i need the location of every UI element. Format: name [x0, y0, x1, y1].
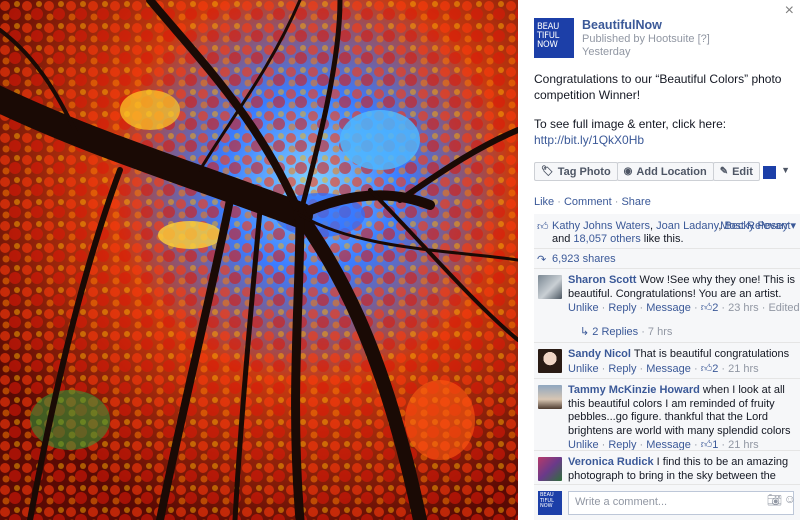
edited-label[interactable]: Edited — [768, 302, 799, 314]
pencil-icon: ✎ — [719, 166, 729, 177]
emoji-icon[interactable]: ☺ — [784, 492, 796, 506]
like-link[interactable]: Like — [534, 196, 554, 208]
replies-time: 7 hrs — [647, 326, 673, 338]
thumbs-up-icon: 👍︎ — [537, 221, 549, 233]
write-comment-row: BEAU TIFUL NOW Write a comment... 📷︎ ☺ — [534, 484, 800, 520]
tag-photo-button[interactable]: 🏷︎ Tag Photo — [534, 162, 618, 181]
reply-arrow-icon: ↳ — [580, 326, 590, 338]
likes-sentence: 👍︎ Kathy Johns Waters, Joan Ladany, Beck… — [537, 220, 796, 245]
comment-actions: Unlike · Reply · Message · 👍︎2 · 21 hrs — [568, 362, 759, 375]
sort-dropdown[interactable]: Most Relevant▾ — [720, 220, 796, 233]
comment-item: Sharon Scott Wow !See why they one! This… — [534, 268, 800, 322]
likes-and: and — [552, 233, 571, 245]
avatar[interactable] — [538, 349, 562, 373]
shares-count: 6,923 shares — [552, 253, 616, 265]
page-name-link[interactable]: BeautifulNow — [582, 18, 662, 32]
add-location-label: Add Location — [636, 165, 707, 178]
thumbs-up-icon: 👍︎ — [700, 362, 713, 375]
shares-row[interactable]: ↷ 6,923 shares — [534, 248, 800, 268]
post-message: Congratulations to our “Beautiful Colors… — [534, 72, 786, 162]
likes-suffix: like this. — [643, 233, 684, 245]
comment-time[interactable]: 23 hrs — [728, 302, 759, 314]
reply-link[interactable]: Reply — [608, 302, 636, 314]
post-link[interactable]: http://bit.ly/1QkX0Hb — [534, 133, 644, 147]
comment-text: That is beautiful congratulations — [633, 348, 790, 360]
replies-row[interactable]: ↳ 2 Replies · 7 hrs — [534, 322, 800, 340]
commenter-name[interactable]: Veronica Rudick — [568, 456, 654, 468]
post-text-line1: Congratulations to our “Beautiful Colors… — [534, 72, 782, 102]
share-link[interactable]: Share — [621, 196, 650, 208]
comment-like-count[interactable]: 👍︎2 — [701, 302, 719, 314]
like-count: 2 — [712, 362, 719, 375]
avatar[interactable] — [538, 457, 562, 481]
post-text-line2: To see full image & enter, click here: — [534, 117, 727, 131]
chevron-down-icon[interactable]: ▼ — [781, 165, 790, 175]
edit-button[interactable]: ✎ Edit — [712, 162, 760, 181]
separator-dot: · — [557, 196, 561, 208]
message-link[interactable]: Message — [646, 363, 691, 375]
camera-icon[interactable]: 📷︎ — [767, 493, 782, 507]
avatar[interactable] — [538, 385, 562, 409]
message-link[interactable]: Message — [646, 302, 691, 314]
logo-text-line: NOW — [537, 40, 558, 50]
like-count: 2 — [712, 302, 719, 314]
comment-item: Tammy McKinzie Howard when I look at all… — [534, 378, 800, 451]
comment-input[interactable]: Write a comment... — [568, 491, 794, 515]
page-avatar[interactable]: BEAU TIFUL NOW — [534, 18, 574, 58]
commenter-avatar: BEAU TIFUL NOW — [538, 491, 562, 515]
photo-viewer[interactable] — [0, 0, 518, 520]
help-link[interactable]: [?] — [698, 33, 710, 45]
commenter-name[interactable]: Tammy McKinzie Howard — [568, 384, 700, 396]
unlike-link[interactable]: Unlike — [568, 363, 599, 375]
logo-text-line: NOW — [540, 503, 553, 509]
post-timestamp[interactable]: Yesterday — [582, 46, 631, 58]
reply-link[interactable]: Reply — [608, 363, 636, 375]
tag-photo-label: Tag Photo — [557, 165, 611, 178]
thumbs-up-icon: 👍︎ — [700, 302, 713, 314]
liker-link[interactable]: Kathy Johns Waters — [552, 220, 650, 232]
separator-dot: · — [614, 196, 619, 208]
published-by-label: Published by Hootsuite — [582, 33, 695, 45]
avatar[interactable] — [538, 275, 562, 299]
comment-actions: Unlike · Reply · Message · 👍︎2 · 23 hrs … — [568, 302, 800, 314]
published-by-text: Published by Hootsuite [?] — [582, 33, 710, 45]
feedback-section: 👍︎ Kathy Johns Waters, Joan Ladany, Beck… — [534, 214, 800, 520]
others-link[interactable]: 18,057 others — [573, 233, 640, 245]
like-comment-share-bar: Like · Comment · Share — [534, 196, 651, 208]
close-icon[interactable]: × — [785, 2, 794, 20]
comment-link[interactable]: Comment — [564, 196, 612, 208]
post-as-avatar[interactable] — [763, 166, 776, 179]
tag-icon: 🏷︎ — [541, 166, 554, 177]
unlike-link[interactable]: Unlike — [568, 302, 599, 314]
comment-like-count[interactable]: 👍︎2 — [701, 363, 719, 375]
post-header: BEAU TIFUL NOW BeautifulNow Published by… — [534, 18, 784, 58]
share-arrow-icon: ↷ — [537, 254, 547, 266]
replies-link[interactable]: 2 Replies — [592, 326, 638, 338]
sort-label: Most Relevant — [720, 220, 791, 232]
comment-item: Sandy Nicol That is beautiful congratula… — [534, 342, 800, 378]
comment-time[interactable]: 21 hrs — [728, 363, 759, 375]
commenter-name[interactable]: Sharon Scott — [568, 274, 636, 286]
chevron-down-icon: ▾ — [790, 220, 796, 232]
post-side-panel: × BEAU TIFUL NOW BeautifulNow Published … — [518, 0, 800, 520]
add-location-button[interactable]: ◉ Add Location — [616, 162, 714, 181]
commenter-name[interactable]: Sandy Nicol — [568, 348, 631, 360]
liker-link[interactable]: Joan Ladany — [656, 220, 718, 232]
photo-action-buttons: 🏷︎ Tag Photo ◉ Add Location ✎ Edit — [534, 162, 760, 181]
location-pin-icon: ◉ — [623, 166, 633, 177]
edit-label: Edit — [732, 165, 753, 178]
autumn-canopy-photo — [0, 0, 518, 520]
